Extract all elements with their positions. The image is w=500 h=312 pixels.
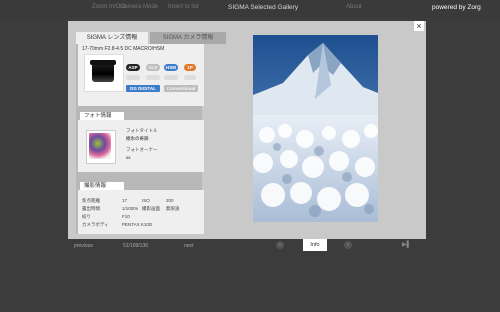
badge-1p: 1P — [184, 64, 196, 71]
shoot-key: 露出時間 — [82, 206, 100, 211]
nav-about[interactable]: About — [346, 4, 362, 10]
photo-owner-label: フォトオーナー — [126, 147, 158, 152]
powered-by: powered by Zorg — [432, 4, 481, 11]
badge-dg-digital: DG DIGITAL — [126, 85, 160, 92]
close-button[interactable]: × — [414, 21, 424, 31]
shoot-value: F10 — [122, 214, 130, 219]
badge-slot — [164, 75, 178, 80]
badge-slot — [146, 75, 160, 80]
nav-camera-mode[interactable]: Camera Mode — [120, 4, 158, 10]
photo-title-value: 樹氷の奇跡 — [126, 136, 149, 141]
lens-name: 17-70mm F2.8-4.5 DC MACRO/HSM — [82, 46, 165, 52]
previous-link[interactable]: previous — [74, 243, 93, 249]
top-bar: Zoom In/Out Camera Mode Insert to list S… — [0, 0, 500, 18]
lens-body — [92, 62, 114, 82]
main-photo[interactable] — [253, 35, 378, 222]
shoot-key: 焦点距離 — [82, 198, 100, 203]
play-icon[interactable]: ▶▌ — [402, 242, 411, 248]
next-arrow-icon[interactable]: › — [344, 241, 352, 249]
photo-title-label: フォトタイトル — [126, 128, 158, 133]
badge-sld: SLD — [146, 64, 160, 71]
lens-ring — [90, 60, 116, 65]
shoot-value: 1/1000s — [122, 206, 139, 211]
badge-asp: ASP — [126, 64, 140, 71]
next-link[interactable]: next — [184, 243, 193, 249]
badge-slot — [184, 75, 196, 80]
shoot-key: 絞り — [82, 214, 91, 219]
shoot-value: 200 — [166, 198, 174, 203]
badge-hsm: HSM — [164, 64, 178, 71]
shoot-value: 無限遠 — [166, 206, 180, 211]
info-tabs: SIGMA レンズ情報 SIGMA カメラ情報 — [72, 32, 230, 44]
gallery-title: SIGMA Selected Gallery — [228, 4, 299, 11]
shoot-value: 17 — [122, 198, 128, 203]
photo-owner-value: xx — [126, 155, 131, 160]
photo-image — [253, 35, 378, 222]
shoot-key: 撮影画面 — [142, 206, 160, 211]
badge-slot — [126, 75, 140, 80]
prev-arrow-icon[interactable]: ‹ — [276, 241, 284, 249]
badge-conventional: Conventional — [164, 85, 198, 92]
tab-lens-info[interactable]: SIGMA レンズ情報 — [76, 32, 148, 44]
photo-counter: 51/109/136 — [123, 243, 149, 249]
shoot-value: PENTAX K10D — [122, 222, 153, 227]
nav-insert-list[interactable]: Insert to list — [168, 4, 199, 10]
tab-camera-info[interactable]: SIGMA カメラ情報 — [150, 32, 226, 44]
info-button[interactable]: Info — [303, 239, 327, 251]
shoot-key: ISO — [142, 198, 150, 203]
thumbnail-image — [89, 133, 111, 159]
shoot-key: カメラボディ — [82, 222, 109, 227]
bottom-bar — [0, 239, 500, 312]
